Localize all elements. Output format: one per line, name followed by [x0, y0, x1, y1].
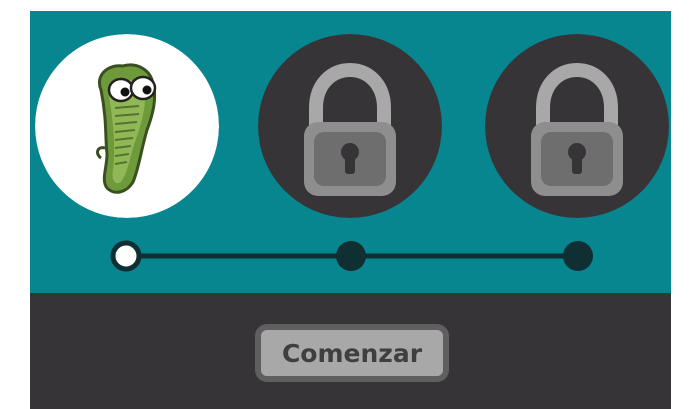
- progress-step-3: [563, 241, 593, 271]
- progress-step-2: [336, 241, 366, 271]
- game-screen: Comenzar: [30, 11, 671, 409]
- progress-step-1: [110, 240, 142, 272]
- level-progress-track: [110, 240, 593, 272]
- start-button[interactable]: Comenzar: [255, 324, 449, 382]
